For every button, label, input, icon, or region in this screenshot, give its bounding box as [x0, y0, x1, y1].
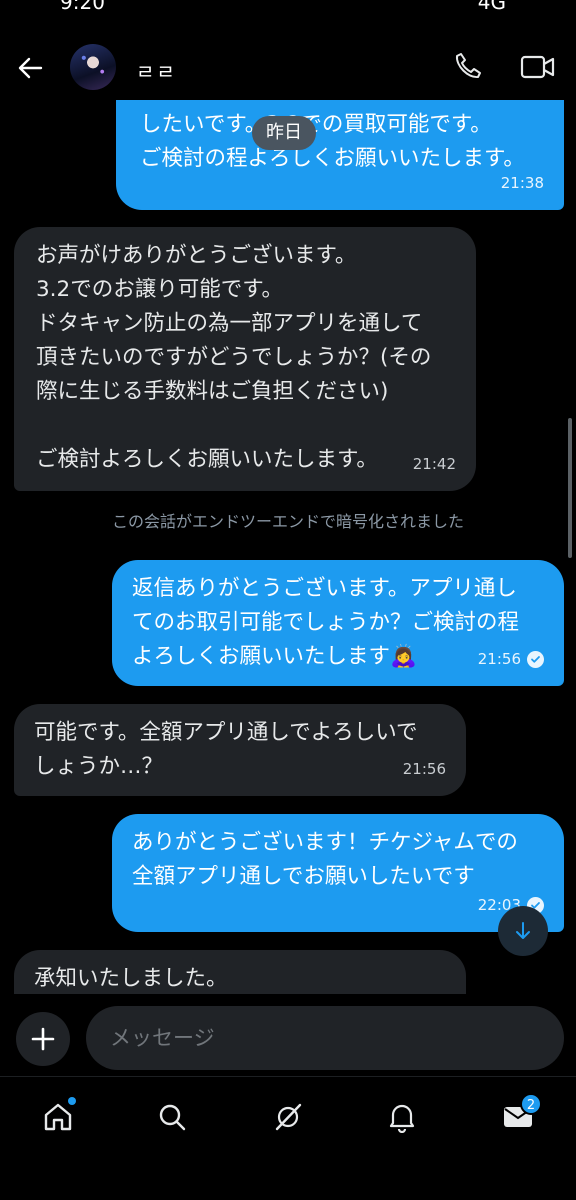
arrow-down-icon: [516, 922, 530, 939]
search-icon: [159, 1104, 186, 1131]
message-meta: 21:56: [478, 642, 544, 676]
encryption-notice: この会話がエンドツーエンドで暗号化されました: [111, 512, 464, 531]
message-text: 可能です。全額アプリ通しでよろしいで しょうか…？: [34, 720, 418, 779]
message-meta: 21:56: [403, 752, 446, 786]
call-button[interactable]: [452, 50, 484, 82]
phone-icon: [455, 53, 481, 79]
home-unread-dot: [68, 1097, 76, 1105]
system-gesture-area: [0, 1156, 576, 1200]
date-divider: 昨日: [252, 116, 316, 150]
video-call-button[interactable]: [520, 52, 556, 82]
conversation-header: ㄹㄹ: [0, 30, 576, 106]
message-time: 21:56: [477, 650, 521, 668]
message-input[interactable]: [86, 1006, 564, 1070]
message-time: 21:42: [412, 455, 456, 473]
arrow-left-icon: [18, 57, 43, 79]
message-composer: [0, 1004, 576, 1076]
bottom-navigation: 2: [0, 1076, 576, 1156]
scroll-to-bottom-button[interactable]: [498, 906, 548, 956]
nav-notifications[interactable]: [378, 1093, 426, 1141]
message-time: 21:38: [500, 174, 544, 192]
message-bubble-outgoing[interactable]: ありがとうございます！チケジャムでの 全額アプリ通しでお願いしたいです 22:0…: [112, 814, 564, 932]
message-time: 21:56: [402, 760, 446, 778]
status-time: 9:20: [60, 0, 105, 14]
add-attachment-button[interactable]: [16, 1012, 70, 1066]
status-bar: 9:20 4G: [0, 0, 576, 14]
video-icon: [520, 55, 555, 79]
contact-avatar[interactable]: [70, 44, 116, 90]
message-thread[interactable]: したいです。3.2での買取可能です。 ご検討の程よろしくお願いいたします。 21…: [0, 100, 576, 994]
contact-name[interactable]: ㄹㄹ: [136, 56, 177, 85]
bell-icon: [389, 1104, 415, 1133]
messages-badge: 2: [520, 1093, 542, 1115]
read-check-icon: [527, 650, 544, 668]
message-bubble-incoming[interactable]: 可能です。全額アプリ通しでよろしいで しょうか…？ 21:56: [14, 704, 466, 796]
message-bubble-outgoing[interactable]: 返信ありがとうございます。アプリ通し てのお取引可能でしょうか？ご検討の程 よろ…: [112, 560, 564, 686]
nav-home[interactable]: [34, 1093, 82, 1141]
message-text: 承知いたしました。: [34, 966, 228, 991]
message-meta: 21:42: [413, 447, 456, 481]
home-icon: [44, 1103, 72, 1131]
scrollbar-thumb[interactable]: [568, 418, 572, 558]
nav-grok[interactable]: [264, 1093, 312, 1141]
plus-icon: [31, 1027, 55, 1051]
nav-messages[interactable]: 2: [494, 1093, 542, 1141]
grok-icon: [275, 1103, 302, 1131]
message-bubble-incoming[interactable]: 承知いたしました。: [14, 950, 466, 994]
status-network: 4G: [477, 0, 506, 14]
message-bubble-incoming[interactable]: お声がけありがとうございます。 3.2でのお譲り可能です。 ドタキャン防止の為一…: [14, 227, 476, 491]
message-text: お声がけありがとうございます。 3.2でのお譲り可能です。 ドタキャン防止の為一…: [36, 243, 432, 472]
back-button[interactable]: [12, 50, 48, 86]
message-text: ありがとうございます！チケジャムでの 全額アプリ通しでお願いしたいです: [132, 830, 518, 889]
message-bubble-outgoing[interactable]: したいです。3.2での買取可能です。 ご検討の程よろしくお願いいたします。 21…: [116, 100, 564, 210]
message-meta: 21:38: [501, 166, 544, 200]
nav-search[interactable]: [148, 1093, 196, 1141]
message-text: したいです。3.2での買取可能です。 ご検討の程よろしくお願いいたします。: [140, 112, 525, 171]
